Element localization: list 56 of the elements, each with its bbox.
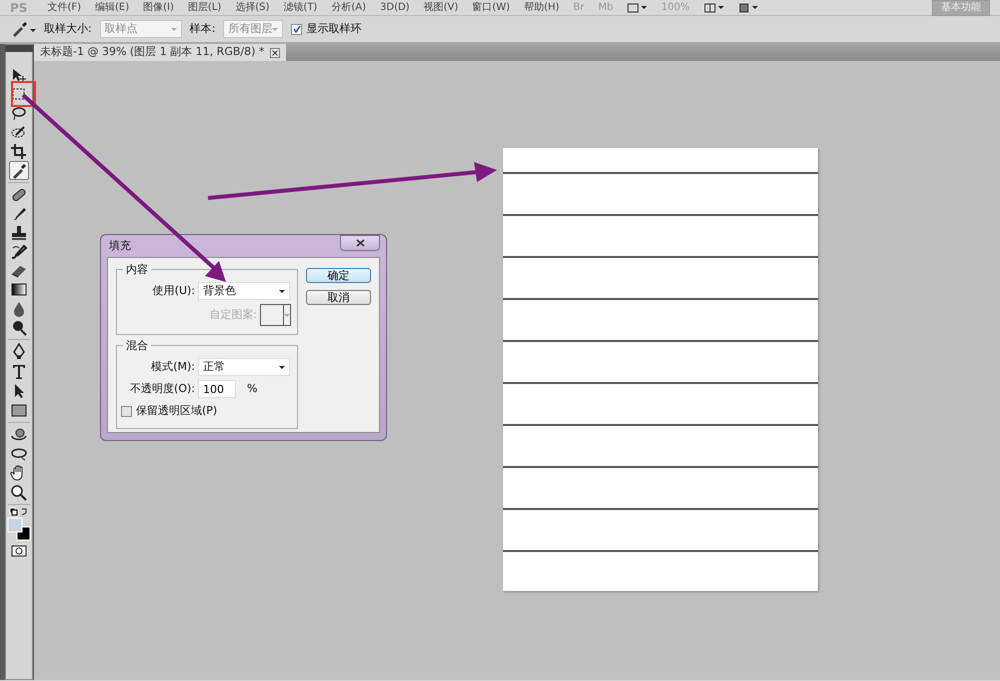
caret-icon xyxy=(279,290,285,292)
menu-item[interactable]: 图像(I) xyxy=(143,2,174,12)
preserve-label: 保留透明区域(P) xyxy=(136,402,218,419)
history-brush-icon[interactable] xyxy=(10,243,28,260)
menu-item[interactable]: 文件(F) xyxy=(47,2,81,12)
mode-label: 模式(M): xyxy=(150,358,195,375)
view-extras-icon[interactable] xyxy=(627,2,648,12)
pattern-picker[interactable] xyxy=(260,304,291,326)
rectangle-icon[interactable] xyxy=(10,402,28,419)
show-ring-label: 显示取样环 xyxy=(306,20,362,37)
menu-item[interactable]: 窗口(W) xyxy=(472,2,510,12)
zoom-icon[interactable] xyxy=(10,484,28,501)
type-tool-icon[interactable] xyxy=(10,363,28,380)
caret-icon xyxy=(284,314,290,316)
ok-button[interactable]: 确定 xyxy=(306,268,371,283)
menu-item[interactable]: 图层(L) xyxy=(188,2,222,12)
close-icon[interactable] xyxy=(270,48,280,58)
close-button[interactable] xyxy=(340,235,380,251)
caret-icon xyxy=(272,28,278,30)
caret-icon xyxy=(279,366,285,368)
gradient-icon[interactable] xyxy=(10,281,28,298)
pattern-label: 自定图案: xyxy=(209,306,257,323)
panel-header xyxy=(5,45,33,52)
sample-label: 样本: xyxy=(190,20,216,37)
lasso-icon[interactable] xyxy=(10,105,28,122)
show-ring-checkbox[interactable] xyxy=(291,24,302,34)
color-swatches-icon[interactable] xyxy=(7,517,31,541)
crop-icon[interactable] xyxy=(10,143,28,160)
screen-mode-icon[interactable] xyxy=(738,2,758,12)
dialog-title: 填充 xyxy=(109,238,131,254)
percent-unit: % xyxy=(247,380,258,397)
arrange-documents-icon[interactable] xyxy=(704,2,724,12)
use-dropdown[interactable]: 背景色 xyxy=(198,282,290,300)
menu-item[interactable]: 滤镜(T) xyxy=(283,2,318,12)
document-tab[interactable]: 未标题-1 @ 39% (图层 1 副本 11, RGB/8) * xyxy=(34,44,286,61)
move-tool-icon[interactable] xyxy=(10,67,28,84)
rotate-3d-icon[interactable] xyxy=(10,426,28,443)
preserve-checkbox[interactable] xyxy=(121,406,132,416)
menu-item[interactable]: 选择(S) xyxy=(235,2,270,12)
use-label: 使用(U): xyxy=(152,282,195,299)
sample-size-label: 取样大小: xyxy=(44,20,92,37)
close-icon xyxy=(356,239,364,247)
stamp-icon[interactable] xyxy=(10,224,28,241)
caret-icon xyxy=(170,28,177,30)
opacity-label: 不透明度(O): xyxy=(129,380,195,397)
opacity-field[interactable]: 100 xyxy=(198,380,236,398)
menu-item[interactable]: 编辑(E) xyxy=(95,2,130,12)
menu-item[interactable]: 视图(V) xyxy=(424,2,458,12)
menu-item[interactable]: 分析(A) xyxy=(331,2,366,12)
mode-dropdown[interactable]: 正常 xyxy=(198,358,290,376)
menu-item[interactable]: 3D(D) xyxy=(380,2,410,12)
dodge-tool-icon[interactable] xyxy=(10,319,28,336)
app-logo: PS xyxy=(10,0,28,16)
highlight-frame xyxy=(11,81,36,107)
menu-item[interactable]: 帮助(H) xyxy=(524,2,560,12)
cancel-button[interactable]: 取消 xyxy=(306,290,371,305)
